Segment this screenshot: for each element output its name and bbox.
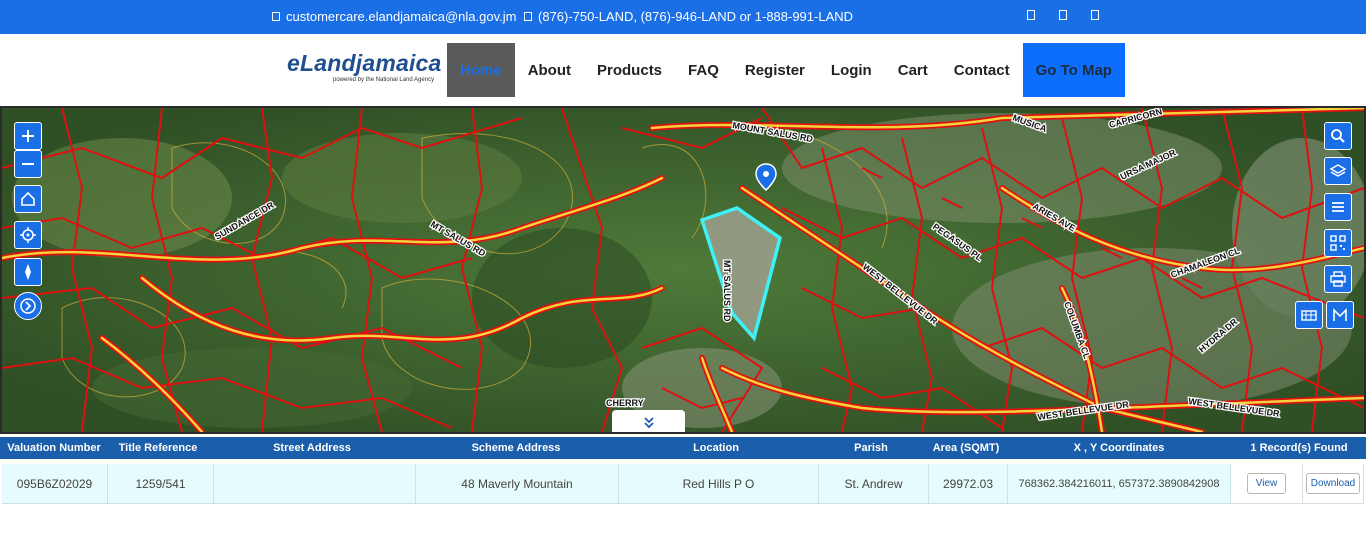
basemap-icon (1301, 310, 1317, 321)
print-icon (1330, 271, 1346, 287)
logo-tagline: powered by the National Land Agency (333, 77, 435, 83)
cell-valuation-number: 095B6Z02029 (2, 464, 108, 504)
home-icon (21, 191, 35, 206)
parcel-map[interactable]: MOUNT SALUS RD MT SALUS RD MT SALUS RD S… (0, 106, 1366, 434)
zoom-out-icon (22, 163, 34, 165)
compass-icon (25, 264, 31, 280)
nav-about[interactable]: About (515, 43, 584, 97)
header-street-address: Street Address (273, 442, 351, 454)
cell-location: Red Hills P O (619, 464, 819, 504)
elandjamaica-logo[interactable]: eLandjamaica powered by the National Lan… (287, 50, 442, 90)
download-button[interactable]: Download (1305, 473, 1361, 494)
records-found-count: 1 Record(s) Found (1250, 442, 1348, 454)
envelope-icon (272, 12, 280, 21)
zoom-in-icon (22, 130, 34, 142)
zoom-in-button[interactable] (14, 122, 42, 150)
table-row[interactable]: 095B6Z02029 1259/541 48 Maverly Mountain… (2, 464, 1364, 504)
nav-faq[interactable]: FAQ (675, 43, 732, 97)
email-text[interactable]: customercare.elandjamaica@nla.gov.jm (286, 9, 516, 24)
phone-icon (524, 12, 532, 21)
cell-download: Download (1303, 464, 1364, 504)
map-canvas[interactable]: MOUNT SALUS RD MT SALUS RD MT SALUS RD S… (2, 108, 1364, 432)
compass-button[interactable] (14, 258, 42, 286)
youtube-icon[interactable] (1091, 10, 1099, 20)
cell-view: View (1231, 464, 1303, 504)
nav-menu: Home About Products FAQ Register Login C… (447, 43, 1125, 97)
contact-bar: customercare.elandjamaica@nla.gov.jm (87… (0, 0, 1366, 34)
page-background (0, 505, 1366, 545)
main-navigation: eLandjamaica powered by the National Lan… (0, 34, 1366, 104)
home-extent-button[interactable] (14, 185, 42, 213)
header-title-reference: Title Reference (118, 442, 198, 454)
cell-parish: St. Andrew (819, 464, 929, 504)
nav-products[interactable]: Products (584, 43, 675, 97)
cell-scheme-address: 48 Maverly Mountain (416, 464, 619, 504)
nav-home[interactable]: Home (447, 43, 515, 97)
nav-contact[interactable]: Contact (941, 43, 1023, 97)
cell-title-reference: 1259/541 (108, 464, 214, 504)
results-table-header: Valuation Number Title Reference Street … (0, 437, 1366, 459)
qr-icon (1330, 235, 1346, 251)
road-label: MT SALUS RD (722, 260, 732, 322)
facebook-icon[interactable] (1027, 10, 1035, 20)
twitter-icon[interactable] (1059, 10, 1067, 20)
qr-button[interactable] (1324, 229, 1352, 257)
print-button[interactable] (1324, 265, 1352, 293)
next-icon (20, 298, 36, 314)
cell-coordinates: 768362.384216011, 657372.3890842908 (1008, 464, 1231, 504)
cell-street-address (214, 464, 416, 504)
measure-icon (1333, 308, 1347, 321)
search-button[interactable] (1324, 122, 1352, 150)
list-icon (1332, 202, 1344, 212)
nav-register[interactable]: Register (732, 43, 818, 97)
zoom-out-button[interactable] (14, 150, 42, 178)
header-scheme-address: Scheme Address (471, 442, 561, 454)
measure-button[interactable] (1326, 301, 1354, 329)
header-valuation-number: Valuation Number (7, 442, 101, 454)
next-extent-button[interactable] (14, 292, 42, 320)
phone-contact: (876)-750-LAND, (876)-946-LAND or 1-888-… (524, 9, 853, 24)
header-coordinates: X , Y Coordinates (1073, 442, 1165, 454)
layers-button[interactable] (1324, 157, 1352, 185)
chevron-double-down-icon (643, 417, 654, 429)
nav-login[interactable]: Login (818, 43, 885, 97)
list-button[interactable] (1324, 193, 1352, 221)
search-icon (1331, 129, 1345, 143)
logo-wordmark: eLandjamaica (287, 50, 442, 76)
go-to-map-button[interactable]: Go To Map (1022, 43, 1125, 97)
view-button[interactable]: View (1246, 473, 1287, 494)
locate-button[interactable] (14, 221, 42, 249)
cell-area: 29972.03 (929, 464, 1008, 504)
header-parish: Parish (854, 442, 888, 454)
layers-icon (1329, 164, 1347, 177)
locate-icon (20, 227, 36, 243)
email-contact[interactable]: customercare.elandjamaica@nla.gov.jm (272, 9, 516, 24)
collapse-results-button[interactable] (612, 410, 685, 432)
header-area: Area (SQMT) (932, 442, 1000, 454)
nav-cart[interactable]: Cart (885, 43, 941, 97)
basemap-button[interactable] (1295, 301, 1323, 329)
header-location: Location (693, 442, 739, 454)
phone-text: (876)-750-LAND, (876)-946-LAND or 1-888-… (538, 9, 854, 24)
road-label: CHERRY (606, 398, 644, 408)
